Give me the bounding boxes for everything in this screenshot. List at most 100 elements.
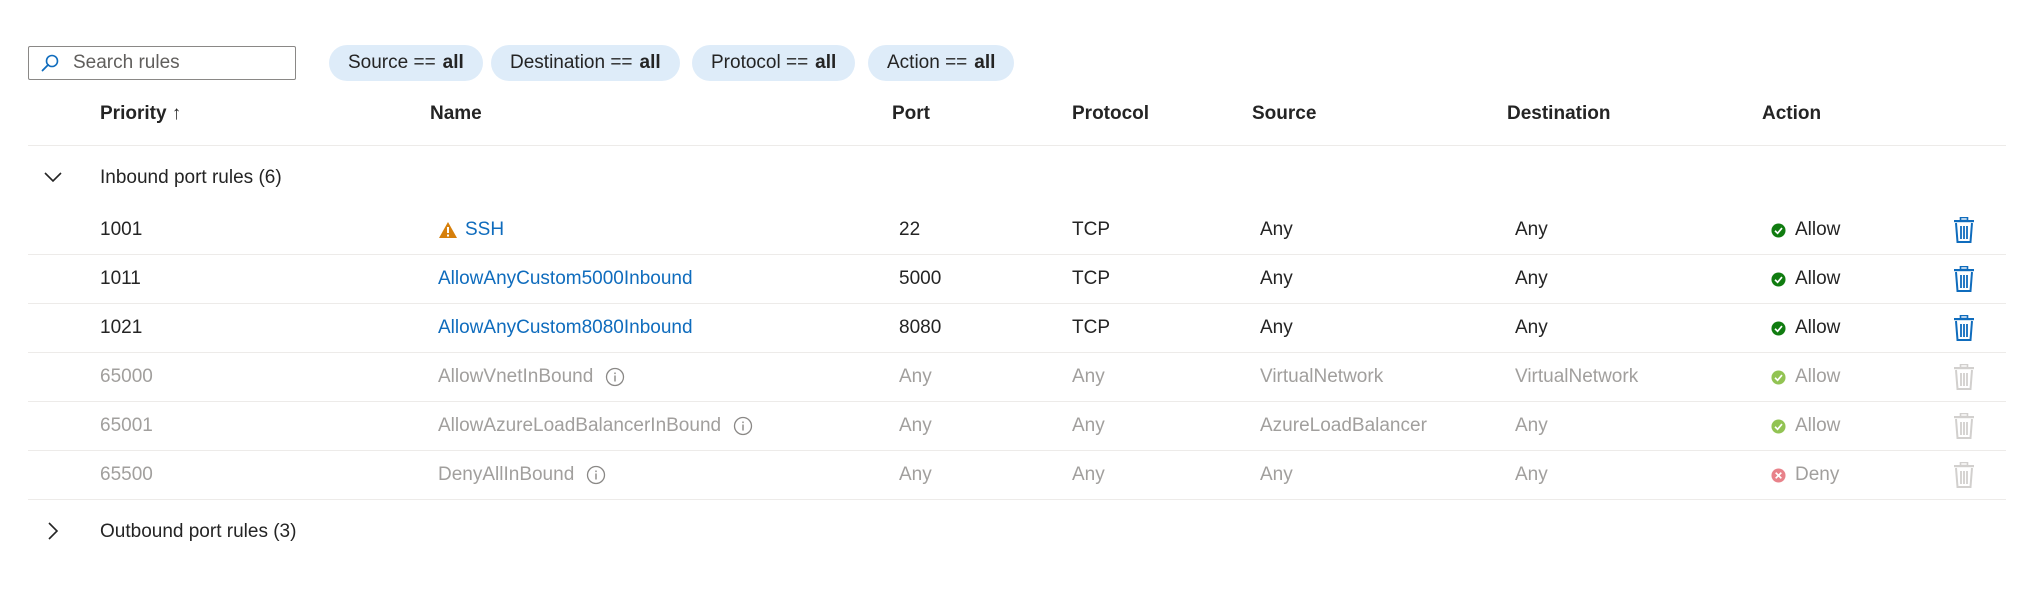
protocol-cell: Any — [1072, 415, 1105, 436]
filter-pill-value: all — [974, 52, 996, 73]
priority-cell: 65000 — [100, 366, 153, 387]
warning-icon — [438, 221, 458, 239]
column-header-protocol[interactable]: Protocol — [1072, 94, 1149, 146]
priority-cell: 1001 — [100, 219, 143, 240]
filter-pill-label: Protocol == — [711, 52, 809, 73]
action-cell: Allow — [1771, 353, 1840, 401]
destination-cell: VirtualNetwork — [1515, 366, 1639, 387]
search-input[interactable] — [73, 52, 273, 74]
table-row[interactable]: 1021 AllowAnyCustom8080Inbound 8080 TCP … — [28, 304, 2006, 353]
action-label: Allow — [1795, 268, 1841, 289]
name-cell: DenyAllInBound — [438, 451, 606, 499]
protocol-cell: Any — [1072, 366, 1105, 387]
column-header-port[interactable]: Port — [892, 94, 930, 146]
filter-pill-value: all — [639, 52, 661, 73]
source-cell: Any — [1260, 464, 1293, 485]
column-header-action[interactable]: Action — [1762, 94, 1821, 146]
table-row[interactable]: 65500 DenyAllInBound Any Any Any Any Den… — [28, 451, 2006, 500]
table-row[interactable]: 1001 SSH 22 TCP Any Any Allow — [28, 206, 2006, 255]
filter-pill-value: all — [815, 52, 837, 73]
source-cell: Any — [1260, 317, 1293, 338]
trash-icon — [1952, 412, 1976, 439]
check-circle-icon — [1771, 418, 1786, 434]
priority-cell: 65001 — [100, 415, 153, 436]
port-cell: Any — [899, 366, 932, 387]
port-cell: Any — [899, 415, 932, 436]
nsg-rules-view: Source == all Destination == all Protocol … — [0, 0, 2034, 589]
group-header-outbound[interactable]: Outbound port rules (3) — [28, 504, 2006, 560]
port-cell: 22 — [899, 219, 921, 240]
table-row[interactable]: 65001 AllowAzureLoadBalancerInBound Any … — [28, 402, 2006, 451]
action-cell: Allow — [1771, 206, 1840, 254]
name-cell: SSH — [438, 206, 504, 254]
action-cell: Allow — [1771, 402, 1840, 450]
port-cell: 5000 — [899, 268, 942, 289]
rule-name-text: DenyAllInBound — [438, 464, 575, 485]
filter-pill-destination[interactable]: Destination == all — [491, 45, 680, 81]
check-circle-icon — [1771, 320, 1786, 336]
chevron-right-icon[interactable] — [42, 520, 64, 542]
filter-pill-label: Action == — [887, 52, 968, 73]
rule-name-link[interactable]: SSH — [465, 206, 504, 254]
name-cell: AllowAnyCustom5000Inbound — [438, 255, 693, 303]
check-circle-icon — [1771, 369, 1786, 385]
column-header-source[interactable]: Source — [1252, 94, 1316, 146]
rule-name-text: AllowAzureLoadBalancerInBound — [438, 415, 722, 436]
table-row[interactable]: 1011 AllowAnyCustom5000Inbound 5000 TCP … — [28, 255, 2006, 304]
column-header-name[interactable]: Name — [430, 94, 482, 146]
error-circle-icon — [1771, 467, 1786, 483]
destination-cell: Any — [1515, 415, 1548, 436]
rule-name-text: AllowVnetInBound — [438, 366, 594, 387]
filter-pill-action[interactable]: Action == all — [868, 45, 1015, 81]
trash-icon — [1952, 461, 1976, 488]
trash-icon[interactable] — [1952, 314, 1976, 341]
priority-cell: 1021 — [100, 317, 143, 338]
chevron-down-icon[interactable] — [42, 166, 64, 188]
column-header-destination[interactable]: Destination — [1507, 94, 1610, 146]
trash-icon — [1952, 363, 1976, 390]
rule-name-link[interactable]: AllowAnyCustom8080Inbound — [438, 304, 693, 352]
name-cell: AllowAnyCustom8080Inbound — [438, 304, 693, 352]
info-icon[interactable] — [605, 367, 625, 387]
port-cell: Any — [899, 464, 932, 485]
trash-icon[interactable] — [1952, 216, 1976, 243]
filter-pill-protocol[interactable]: Protocol == all — [692, 45, 856, 81]
trash-icon[interactable] — [1952, 265, 1976, 292]
search-box[interactable] — [28, 46, 296, 80]
action-cell: Deny — [1771, 451, 1839, 499]
destination-cell: Any — [1515, 317, 1548, 338]
destination-cell: Any — [1515, 268, 1548, 289]
group-header-inbound[interactable]: Inbound port rules (6) — [28, 150, 2006, 206]
source-cell: AzureLoadBalancer — [1260, 415, 1427, 436]
group-label: Outbound port rules (3) — [100, 521, 297, 542]
group-label: Inbound port rules (6) — [100, 167, 282, 188]
destination-cell: Any — [1515, 464, 1548, 485]
source-cell: Any — [1260, 268, 1293, 289]
protocol-cell: Any — [1072, 464, 1105, 485]
filter-pill-source[interactable]: Source == all — [329, 45, 483, 81]
protocol-cell: TCP — [1072, 219, 1110, 240]
port-cell: 8080 — [899, 317, 942, 338]
filter-pill-label: Source == — [348, 52, 436, 73]
name-cell: AllowAzureLoadBalancerInBound — [438, 402, 753, 450]
action-cell: Allow — [1771, 255, 1840, 303]
protocol-cell: TCP — [1072, 268, 1110, 289]
action-label: Deny — [1795, 464, 1840, 485]
search-icon — [39, 52, 61, 74]
table-header: Priority ↑ Name Port Protocol Source Des… — [28, 94, 2006, 146]
name-cell: AllowVnetInBound — [438, 353, 625, 401]
check-circle-icon — [1771, 222, 1786, 238]
check-circle-icon — [1771, 271, 1786, 287]
action-label: Allow — [1795, 219, 1841, 240]
table-row[interactable]: 65000 AllowVnetInBound Any Any VirtualNe… — [28, 353, 2006, 402]
source-cell: VirtualNetwork — [1260, 366, 1384, 387]
filter-pill-label: Destination == — [510, 52, 633, 73]
rule-name-link[interactable]: AllowAnyCustom5000Inbound — [438, 255, 693, 303]
priority-cell: 65500 — [100, 464, 153, 485]
protocol-cell: TCP — [1072, 317, 1110, 338]
destination-cell: Any — [1515, 219, 1548, 240]
source-cell: Any — [1260, 219, 1293, 240]
info-icon[interactable] — [733, 416, 753, 436]
info-icon[interactable] — [586, 465, 606, 485]
column-header-priority[interactable]: Priority ↑ — [100, 94, 181, 146]
